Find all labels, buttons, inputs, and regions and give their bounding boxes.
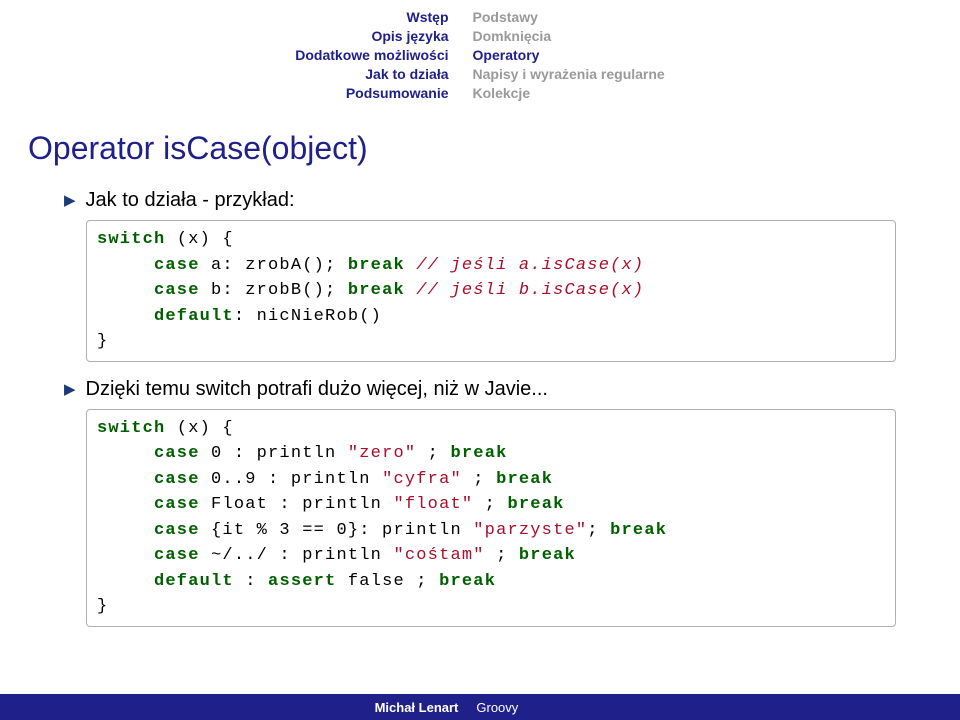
slide-title: Operator isCase(object) [0,106,960,183]
bullet-2: ▶ Dzięki temu switch potrafi dużo więcej… [64,378,896,401]
nav-left-item[interactable]: Wstęp [295,8,448,27]
bullet-text: Jak to działa - przykład: [86,189,295,212]
nav-left[interactable]: Wstęp Opis języka Dodatkowe możliwości J… [295,8,448,102]
code-block-2: switch (x) { case 0 : println "zero" ; b… [86,409,896,627]
nav-right-item[interactable]: Kolekcje [473,84,665,103]
nav-left-item[interactable]: Podsumowanie [295,84,448,103]
nav-left-item[interactable]: Opis języka [295,27,448,46]
bullet-text: Dzięki temu switch potrafi dużo więcej, … [86,378,548,401]
nav-right-item-active[interactable]: Operatory [473,46,665,65]
bullet-icon: ▶ [64,380,76,398]
nav-right[interactable]: Podstawy Domknięcia Operatory Napisy i w… [473,8,665,102]
header-nav: Wstęp Opis języka Dodatkowe możliwości J… [0,0,960,106]
footer: Michał Lenart Groovy [0,694,960,720]
bullet-icon: ▶ [64,191,76,209]
nav-right-item[interactable]: Podstawy [473,8,665,27]
nav-left-item[interactable]: Dodatkowe możliwości [295,46,448,65]
nav-left-item[interactable]: Jak to działa [295,65,448,84]
nav-right-item[interactable]: Domknięcia [473,27,665,46]
nav-right-item[interactable]: Napisy i wyrażenia regularne [473,65,665,84]
footer-project: Groovy [470,700,960,715]
slide-content: ▶ Jak to działa - przykład: switch (x) {… [0,189,960,627]
bullet-1: ▶ Jak to działa - przykład: [64,189,896,212]
code-block-1: switch (x) { case a: zrobA(); break // j… [86,220,896,362]
footer-author: Michał Lenart [0,700,470,715]
